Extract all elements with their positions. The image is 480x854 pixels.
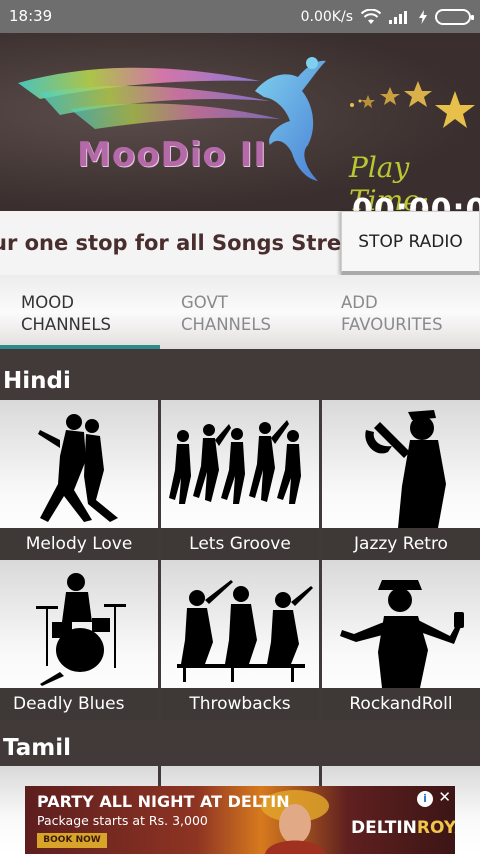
dancing-couple-icon xyxy=(38,414,118,522)
section-title-hindi: Hindi xyxy=(3,368,71,394)
signal-icon xyxy=(389,11,407,24)
ad-banner[interactable]: PARTY ALL NIGHT AT DELTIN Package starts… xyxy=(25,786,455,854)
tab-govt-channels[interactable]: GOVT CHANNELS xyxy=(160,275,320,349)
channel-tile-melody-love[interactable]: Melody Love xyxy=(0,400,158,560)
ad-brand: DELTINROYALE xyxy=(351,818,455,838)
tab-mood-channels[interactable]: MOOD CHANNELS xyxy=(0,275,160,349)
net-speed: 0.00K/s xyxy=(300,9,353,25)
stars-icon xyxy=(350,81,475,128)
dancing-group-icon xyxy=(169,420,301,504)
marquee-ticker: ur one stop for all Songs Strear xyxy=(0,211,341,275)
ad-info-icon[interactable]: i xyxy=(417,791,433,807)
status-right: 0.00K/s xyxy=(300,7,474,27)
channel-tile-lets-groove[interactable]: Lets Groove xyxy=(161,400,319,560)
status-bar: 18:39 0.00K/s xyxy=(0,0,480,33)
section-title-tamil: Tamil xyxy=(3,735,71,761)
channel-tile-deadly-blues[interactable]: Deadly Blues xyxy=(0,560,158,720)
now-playing-row: ur one stop for all Songs Strear STOP RA… xyxy=(0,211,480,275)
saxophone-player-icon xyxy=(365,410,446,528)
channel-label: Throwbacks xyxy=(161,688,319,720)
channel-tabs: MOOD CHANNELS GOVT CHANNELS ADD FAVOURIT… xyxy=(0,275,480,349)
ad-brand-part-a: DELTIN xyxy=(351,818,417,838)
drummer-icon xyxy=(36,573,126,686)
channel-label: Melody Love xyxy=(0,528,158,560)
rock-singer-icon xyxy=(340,580,464,688)
tab-add-favourites[interactable]: ADD FAVOURITES xyxy=(320,275,480,349)
ad-book-now-button[interactable]: BOOK NOW xyxy=(37,833,107,848)
charging-icon xyxy=(419,10,427,24)
channel-label: Deadly Blues xyxy=(0,688,158,720)
channel-tile-jazzy-retro[interactable]: Jazzy Retro xyxy=(322,400,480,560)
battery-icon xyxy=(435,9,474,25)
string-quartet-icon xyxy=(177,580,313,682)
status-time: 18:39 xyxy=(9,7,53,25)
ad-close-icon[interactable]: ✕ xyxy=(438,788,451,806)
marquee-text: ur one stop for all Songs Strear xyxy=(0,231,341,255)
ad-title: PARTY ALL NIGHT AT DELTIN xyxy=(37,792,290,811)
tab-label-line2: CHANNELS xyxy=(181,315,271,334)
play-time-value: 00:00:00 xyxy=(352,193,480,211)
tab-label-line1: ADD xyxy=(341,293,378,312)
app-header-banner: MooDio II Play Time: 00:00:00 xyxy=(0,33,480,211)
channel-label: Jazzy Retro xyxy=(322,528,480,560)
tab-label-line1: GOVT xyxy=(181,293,228,312)
ad-brand-part-b: ROYALE xyxy=(416,818,455,838)
tab-label-line1: MOOD xyxy=(21,293,74,312)
tab-label-line2: FAVOURITES xyxy=(341,315,443,334)
channel-tile-throwbacks[interactable]: Throwbacks xyxy=(161,560,319,720)
channel-label: Lets Groove xyxy=(161,528,319,560)
wifi-icon xyxy=(361,9,381,24)
app-logo-text: MooDio II xyxy=(77,135,267,175)
ad-subtitle: Package starts at Rs. 3,000 xyxy=(37,813,208,828)
channel-tile-rockandroll[interactable]: RockandRoll xyxy=(322,560,480,720)
stop-radio-button[interactable]: STOP RADIO xyxy=(341,211,480,275)
tab-label-line2: CHANNELS xyxy=(21,315,111,334)
channel-label: RockandRoll xyxy=(322,688,480,720)
